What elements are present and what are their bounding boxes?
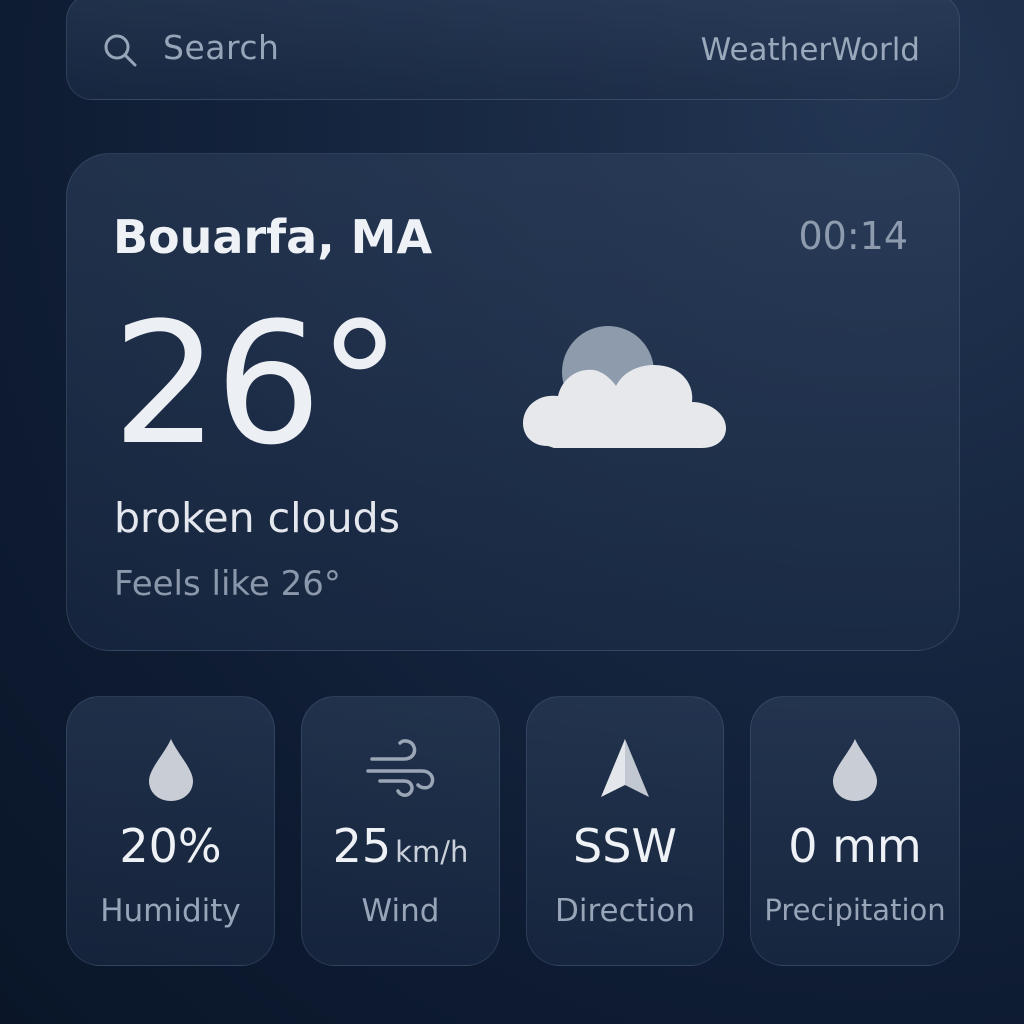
wind-label: Wind [361,893,440,929]
droplet-icon [148,739,193,801]
direction-arrow-icon [601,739,649,797]
search-input[interactable]: Search [163,28,279,67]
direction-label: Direction [554,893,696,929]
weather-condition: broken clouds [114,494,400,542]
humidity-label: Humidity [100,893,241,929]
humidity-tile: 20% Humidity [66,696,275,966]
app-brand: WeatherWorld [700,32,920,68]
wind-value: 25 km/h [332,819,469,873]
direction-value: SSW [573,819,677,873]
search-icon[interactable] [102,32,138,68]
precipitation-value: 0 mm [788,819,922,873]
precipitation-label: Precipitation [764,893,946,927]
wind-unit: km/h [395,835,469,869]
droplet-icon [833,739,877,801]
local-time: 00:14 [798,214,908,258]
humidity-value: 20% [119,819,222,873]
wind-tile: 25 km/h Wind [301,696,500,966]
broken-clouds-icon [523,326,726,448]
precipitation-tile: 0 mm Precipitation [750,696,960,966]
wind-icon [365,739,434,797]
feels-like: Feels like 26° [114,564,341,604]
current-temperature: 26° [112,286,402,482]
location-name: Bouarfa, MA [113,210,433,264]
direction-tile: SSW Direction [526,696,724,966]
